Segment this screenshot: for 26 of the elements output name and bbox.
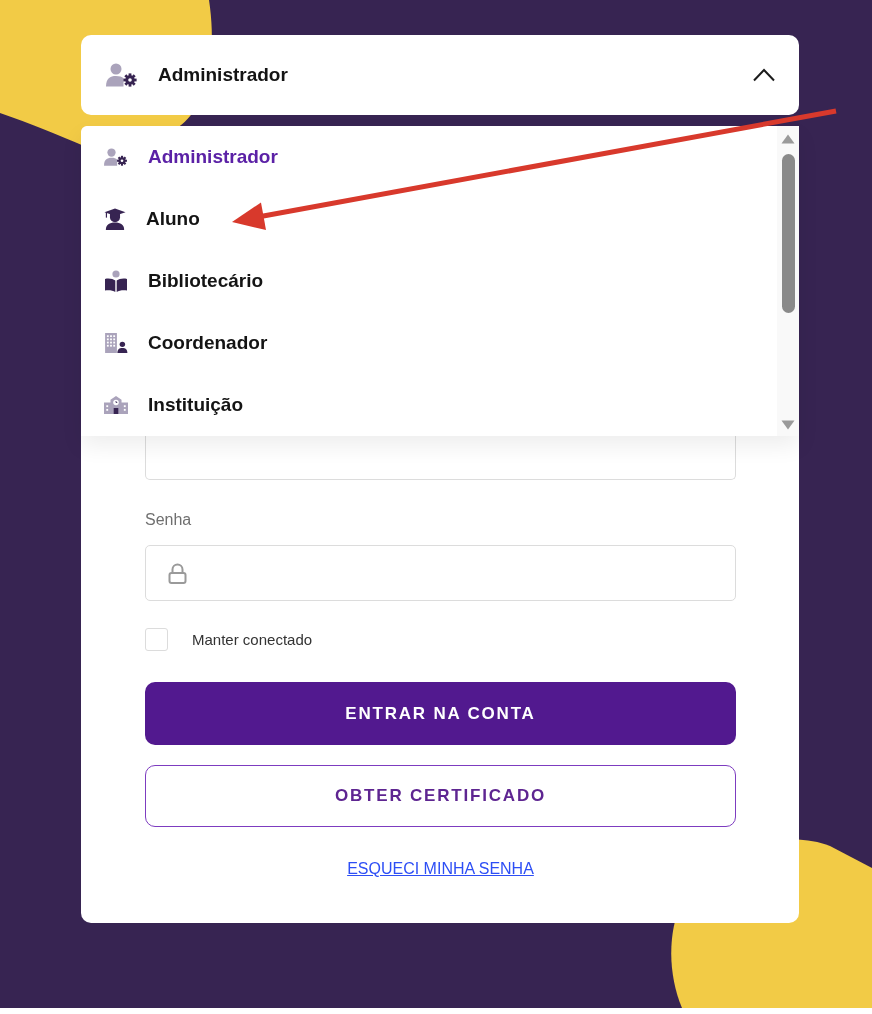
checkbox[interactable] [145, 628, 168, 651]
primary-button[interactable]: ENTRAR NA CONTA [145, 682, 736, 745]
dropdown-option[interactable]: Coordenador [81, 312, 777, 374]
person-book-icon [104, 270, 128, 292]
dropdown-option[interactable]: Administrador [81, 126, 777, 188]
scrollbar-thumb[interactable] [781, 154, 795, 313]
lock-icon [168, 562, 187, 584]
graduate-icon [104, 208, 126, 230]
scroll-down-button[interactable] [781, 420, 795, 430]
forgot-password-link[interactable]: ESQUECI MINHA SENHA [347, 860, 534, 877]
password-field[interactable] [145, 545, 736, 601]
chevron-up-icon [752, 68, 776, 82]
scrollbar-track[interactable] [777, 126, 799, 436]
role-select[interactable]: Administrador [81, 35, 799, 115]
checkbox-label: Manter conectado [192, 631, 313, 648]
field-label: Senha [145, 510, 193, 530]
building-person-icon [104, 333, 128, 353]
dropdown-option[interactable]: Aluno [81, 188, 777, 250]
scroll-up-button[interactable] [781, 134, 795, 144]
dropdown-option[interactable]: Instituição [81, 374, 777, 436]
school-building-icon [104, 395, 128, 415]
text-field[interactable] [145, 436, 736, 480]
user-gear-icon [104, 148, 128, 166]
secondary-button[interactable]: OBTER CERTIFICADO [145, 765, 736, 827]
dropdown-option[interactable]: Bibliotecário [81, 250, 777, 312]
user-gear-icon [106, 63, 138, 87]
